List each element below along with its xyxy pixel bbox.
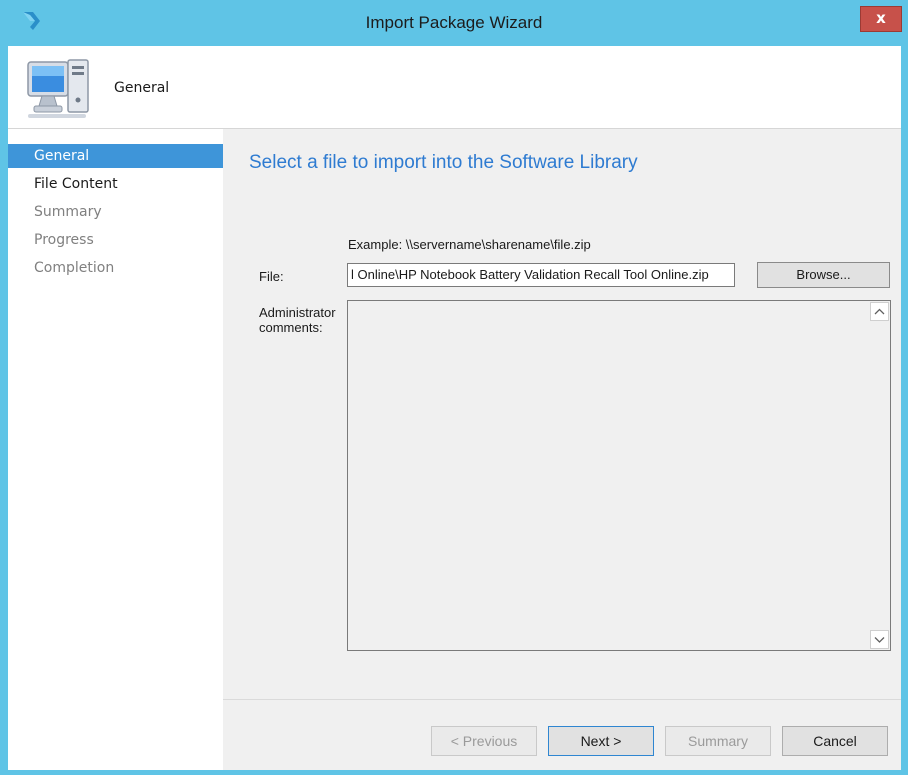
next-button[interactable]: Next > xyxy=(548,726,654,756)
scroll-up-button[interactable] xyxy=(870,302,889,321)
comments-label-line: comments: xyxy=(259,320,323,335)
footer-divider xyxy=(223,699,901,700)
sidebar-item-file-content[interactable]: File Content xyxy=(8,172,223,196)
computer-icon xyxy=(27,59,89,118)
summary-button[interactable]: Summary xyxy=(665,726,771,756)
wizard-steps-sidebar: General File Content Summary Progress Co… xyxy=(8,129,223,770)
window-title: Import Package Wizard xyxy=(365,13,543,32)
wizard-content: Select a file to import into the Softwar… xyxy=(223,129,901,770)
file-path-input[interactable]: l Online\HP Notebook Battery Validation … xyxy=(347,263,735,287)
previous-button[interactable]: < Previous xyxy=(431,726,537,756)
sidebar-item-completion: Completion xyxy=(34,260,115,276)
chevron-up-icon xyxy=(874,308,885,315)
header-title: General xyxy=(114,80,170,96)
sidebar-item-summary: Summary xyxy=(34,204,102,220)
close-button[interactable]: x xyxy=(860,6,902,32)
import-package-wizard-window: Import Package Wizard x General General … xyxy=(0,0,908,775)
title-bar[interactable]: Import Package Wizard x xyxy=(0,0,908,46)
page-title: Select a file to import into the Softwar… xyxy=(249,152,638,173)
browse-button[interactable]: Browse... xyxy=(757,262,890,288)
administrator-comments-textarea[interactable] xyxy=(347,300,891,651)
cancel-button[interactable]: Cancel xyxy=(782,726,888,756)
wizard-body: General General File Content Summary Pro… xyxy=(8,46,901,770)
example-path-hint: Example: \\servername\sharename\file.zip xyxy=(348,237,591,252)
file-label: File: xyxy=(259,269,284,284)
scroll-down-button[interactable] xyxy=(870,630,889,649)
sidebar-item-progress: Progress xyxy=(34,232,94,248)
administrator-comments-label: Administrator comments: xyxy=(259,305,336,335)
wizard-header: General xyxy=(8,46,901,128)
administrator-label-line: Administrator xyxy=(259,305,336,320)
sidebar-item-general[interactable]: General xyxy=(8,144,223,168)
chevron-down-icon xyxy=(874,637,885,643)
comments-scrollbar[interactable] xyxy=(869,301,890,650)
